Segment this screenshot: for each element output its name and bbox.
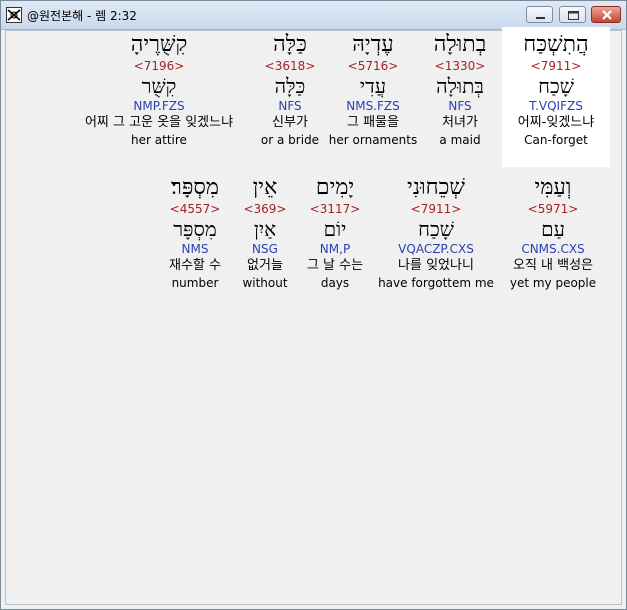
strong-number[interactable]: <5971> (498, 201, 608, 217)
close-button[interactable] (591, 6, 621, 23)
minimize-icon (536, 17, 545, 19)
korean-gloss: 신부가 (272, 115, 308, 130)
hebrew-root: שָׁכַח (418, 217, 454, 241)
korean-gloss: 그 패물을 (347, 115, 399, 130)
hebrew-word: הֲתִשְׁכַּח (523, 32, 589, 57)
korean-gloss: 처녀가 (442, 115, 478, 130)
hebrew-word: בְתוּלָה (433, 32, 487, 57)
strong-number[interactable]: <369> (238, 201, 292, 217)
english-gloss: Can-forget (524, 133, 588, 147)
korean-gloss: 재수할 수 (169, 258, 221, 273)
strong-number[interactable]: <4557> (156, 201, 234, 217)
hebrew-word: מִסְפָּר׃ (171, 175, 219, 200)
korean-gloss: 어찌 그 고운 옷을 잊겠느냐 (84, 115, 234, 130)
strong-number[interactable]: <3117> (296, 201, 374, 217)
english-gloss: her attire (131, 133, 187, 147)
morphology-code: NFS (448, 99, 472, 113)
maximize-button[interactable] (559, 6, 586, 23)
window-title: @원전본해 - 렘 2:32 (27, 9, 137, 23)
english-gloss: or a bride (260, 133, 320, 147)
morphology-code: NSG (252, 242, 278, 256)
english-gloss: days (320, 276, 350, 290)
morphology-code: NFS (278, 99, 302, 113)
strong-number[interactable]: <7911> (502, 58, 610, 74)
word-block[interactable]: מִסְפָּר׃ <4557> מִסְפָּר NMS 재수할 수 numb… (156, 175, 234, 291)
strong-number[interactable]: <3618> (256, 58, 324, 74)
app-logo-icon (6, 7, 22, 23)
word-block[interactable]: הֲתִשְׁכַּח <7911> שָׁכַח T.VQIFZS 어찌-잊겠… (502, 32, 610, 148)
word-block[interactable]: וְעַמִּי <5971> עַם CNMS.CXS 오직 내 백성은 ye… (498, 175, 608, 291)
morphology-code: NMP.FZS (133, 99, 185, 113)
hebrew-word: עֶדְיָהּ (352, 32, 394, 57)
word-block[interactable]: יָמִים <3117> יוֹם NM,P 그 날 수는 days (296, 175, 374, 291)
word-block[interactable]: שְׁכֵחוּנִי <7911> שָׁכַח VQACZP.CXS 나를 … (376, 175, 496, 291)
hebrew-root: עֲדִי (359, 74, 387, 98)
morphology-code: VQACZP.CXS (398, 242, 474, 256)
word-block[interactable]: בְתוּלָה <1330> בְּתוּלָה NFS 처녀가 a maid (420, 32, 500, 148)
korean-gloss: 오직 내 백성은 (512, 258, 594, 273)
title-bar[interactable]: @원전본해 - 렘 2:32 (1, 1, 626, 30)
hebrew-root: מִסְפָּר (173, 217, 217, 241)
english-gloss: a maid (439, 133, 481, 147)
korean-gloss: 없거늘 (247, 258, 283, 273)
english-gloss: her ornaments (328, 133, 418, 147)
hebrew-root: עַם (541, 217, 565, 241)
english-gloss: without (242, 276, 288, 290)
hebrew-root: כַּלָּה (274, 74, 306, 98)
hebrew-root: אַיִן (253, 217, 277, 241)
hebrew-word: כַּלָּה (273, 32, 307, 57)
morphology-code: CNMS.CXS (521, 242, 585, 256)
korean-gloss: 어찌-잊겠느냐 (517, 115, 595, 130)
close-icon (602, 10, 612, 20)
hebrew-word: יָמִים (315, 175, 355, 200)
word-block[interactable]: כַּלָּה <3618> כַּלָּה NFS 신부가 or a brid… (256, 32, 324, 148)
hebrew-word: שְׁכֵחוּנִי (407, 175, 465, 200)
morphology-code: NMS.FZS (346, 99, 400, 113)
minimize-button[interactable] (526, 6, 553, 23)
word-block[interactable]: עֶדְיָהּ <5716> עֲדִי NMS.FZS 그 패물을 her … (328, 32, 418, 148)
korean-gloss: 나를 잊었나니 (398, 258, 474, 273)
morphology-code: NM,P (319, 242, 351, 256)
hebrew-word: קִשֻּׁרֶיהָ (130, 32, 188, 57)
english-gloss: yet my people (509, 276, 597, 290)
strong-number[interactable]: <1330> (420, 58, 500, 74)
morphology-code: T.VQIFZS (529, 99, 583, 113)
word-block[interactable]: אֵין <369> אַיִן NSG 없거늘 without (238, 175, 292, 291)
strong-number[interactable]: <7196> (66, 58, 252, 74)
word-block[interactable]: קִשֻּׁרֶיהָ <7196> קִשֻּׁר NMP.FZS 어찌 그 … (66, 32, 252, 148)
english-gloss: number (171, 276, 219, 290)
hebrew-word: וְעַמִּי (534, 175, 572, 200)
korean-gloss: 그 날 수는 (306, 258, 364, 273)
morphology-code: NMS (181, 242, 209, 256)
maximize-icon (568, 11, 579, 20)
hebrew-root: שָׁכַח (538, 74, 574, 98)
strong-number[interactable]: <5716> (328, 58, 418, 74)
hebrew-root: יוֹם (323, 217, 347, 241)
english-gloss: have forgottem me (378, 276, 494, 290)
strong-number[interactable]: <7911> (376, 201, 496, 217)
hebrew-root: קִשֻּׁר (141, 74, 177, 98)
hebrew-word: אֵין (252, 175, 278, 200)
hebrew-root: בְּתוּלָה (436, 74, 484, 98)
